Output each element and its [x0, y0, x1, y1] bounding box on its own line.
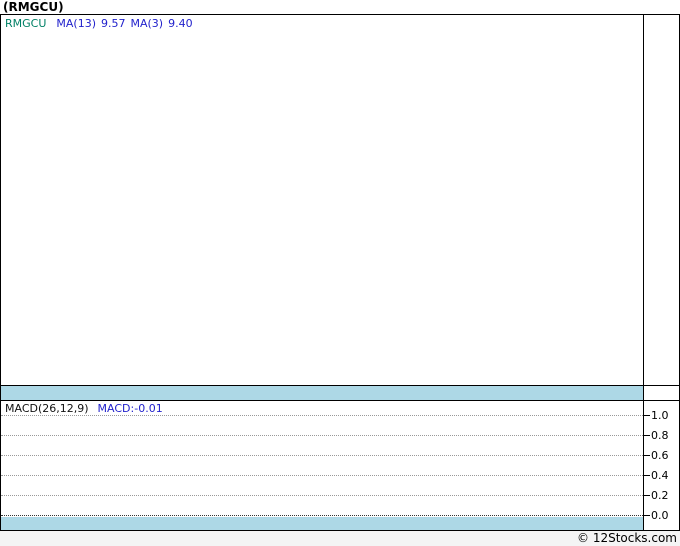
tick-mark [643, 475, 650, 476]
tick-label: 0.4 [651, 469, 677, 482]
macd-indicator-label: MACD(26,12,9) [5, 402, 89, 415]
legend-ma13-label: MA(13) [56, 17, 96, 30]
gridline-0.8 [1, 435, 643, 436]
tick-mark [643, 435, 650, 436]
separator-band-upper [1, 386, 643, 400]
page-title: (RMGCU) [3, 0, 64, 14]
tick-label: 0.2 [651, 489, 677, 502]
legend-symbol: RMGCU [5, 17, 46, 30]
tick-mark [643, 515, 650, 516]
tick-label: 1.0 [651, 409, 677, 422]
tick-label: 0.6 [651, 449, 677, 462]
gridline-0.4 [1, 475, 643, 476]
y-axis-line [643, 14, 644, 531]
watermark-credit: © 12Stocks.com [577, 531, 680, 545]
chart-top-border [0, 14, 680, 15]
legend-ma3-value: 9.40 [168, 17, 193, 30]
tick-mark [643, 455, 650, 456]
stock-chart-canvas: (RMGCU) RMGCU MA(13) 9.57 MA(3) 9.40 MACD(26… [0, 0, 680, 546]
tick-mark [643, 495, 650, 496]
separator-band-lower [1, 517, 643, 530]
gridline-0.6 [1, 455, 643, 456]
chart-left-border [0, 14, 1, 531]
macd-legend: MACD(26,12,9) MACD:-0.01 [5, 402, 163, 415]
gridline-0.0 [1, 515, 643, 516]
footer-bar: © 12Stocks.com [0, 531, 680, 546]
price-legend: RMGCU MA(13) 9.57 MA(3) 9.40 [5, 17, 198, 30]
macd-indicator-value: MACD:-0.01 [98, 402, 163, 415]
legend-ma3-label: MA(3) [131, 17, 164, 30]
tick-mark [643, 415, 650, 416]
macd-panel-top-border [0, 400, 680, 401]
legend-ma13-value: 9.57 [101, 17, 126, 30]
tick-label: 0.0 [651, 509, 677, 522]
tick-label: 0.8 [651, 429, 677, 442]
gridline-0.2 [1, 495, 643, 496]
gridline-1.0 [1, 415, 643, 416]
